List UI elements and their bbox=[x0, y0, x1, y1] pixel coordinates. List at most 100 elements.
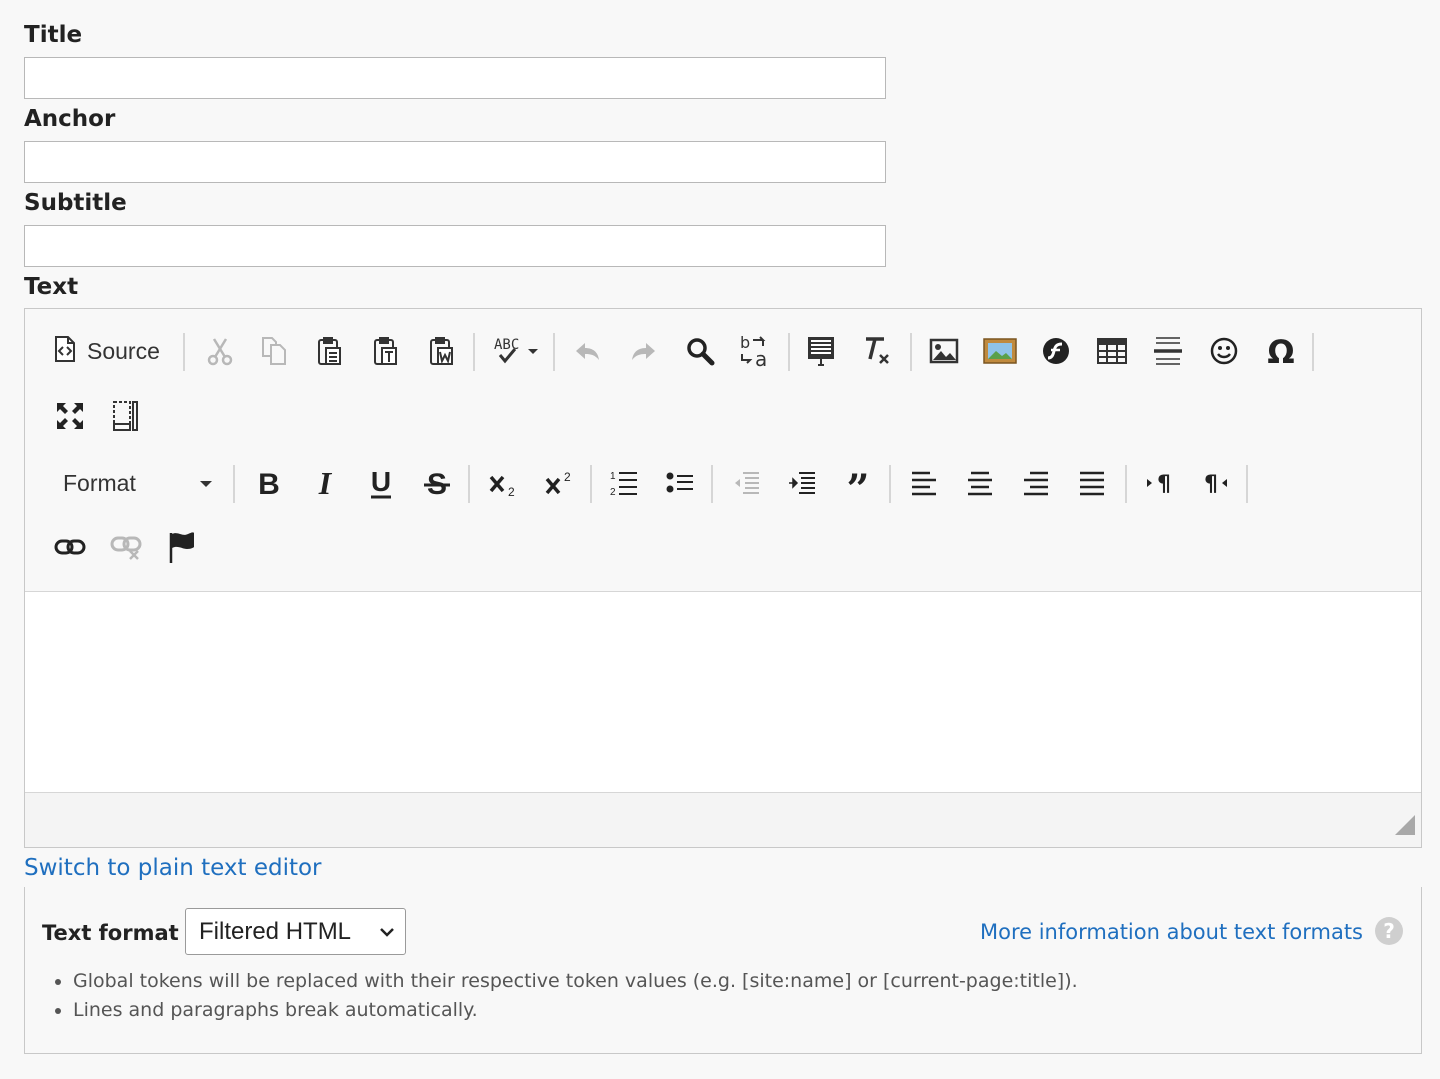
underline-button[interactable]: U bbox=[361, 463, 401, 503]
remove-format-button[interactable] bbox=[857, 331, 897, 371]
strike-button[interactable]: S bbox=[417, 463, 457, 503]
svg-text:B: B bbox=[258, 468, 280, 498]
align-center-icon bbox=[966, 470, 994, 496]
title-input[interactable] bbox=[24, 57, 886, 99]
link-button[interactable] bbox=[50, 527, 90, 567]
paste-icon bbox=[316, 336, 344, 366]
more-info-text-formats-link[interactable]: More information about text formats bbox=[980, 917, 1363, 947]
editor-content-area[interactable] bbox=[25, 591, 1421, 793]
maximize-button[interactable] bbox=[50, 396, 90, 436]
subtitle-input[interactable] bbox=[24, 225, 886, 267]
find-button[interactable] bbox=[680, 331, 720, 371]
toolbar-separator bbox=[468, 465, 470, 503]
justify-button[interactable] bbox=[1072, 463, 1112, 503]
svg-text:2: 2 bbox=[610, 487, 616, 498]
format-label: Format bbox=[63, 469, 136, 496]
image-alt-button[interactable] bbox=[980, 331, 1020, 371]
svg-text:b: b bbox=[740, 334, 750, 352]
outdent-icon bbox=[731, 468, 761, 498]
svg-text:2: 2 bbox=[508, 485, 515, 498]
align-center-button[interactable] bbox=[960, 463, 1000, 503]
subtitle-label: Subtitle bbox=[24, 190, 127, 216]
ltr-button[interactable]: ¶ bbox=[1139, 463, 1179, 503]
toolbar-separator bbox=[1246, 465, 1248, 503]
align-right-button[interactable] bbox=[1016, 463, 1056, 503]
ltr-icon: ¶ bbox=[1144, 469, 1174, 497]
subscript-button[interactable]: 2 bbox=[483, 463, 523, 503]
help-icon[interactable]: ? bbox=[1375, 917, 1403, 945]
copy-button[interactable] bbox=[254, 331, 294, 371]
source-icon bbox=[53, 335, 77, 367]
unlink-button[interactable] bbox=[106, 527, 146, 567]
anchor-flag-icon bbox=[167, 531, 197, 563]
indent-button[interactable] bbox=[782, 463, 822, 503]
cut-button[interactable] bbox=[200, 331, 240, 371]
resize-handle-icon[interactable] bbox=[1395, 815, 1415, 839]
table-button[interactable] bbox=[1092, 331, 1132, 371]
paste-word-button[interactable] bbox=[422, 331, 462, 371]
source-button[interactable]: Source bbox=[53, 331, 160, 371]
title-label: Title bbox=[24, 22, 83, 48]
tip-item: Global tokens will be replaced with thei… bbox=[73, 967, 1078, 996]
image-icon bbox=[929, 338, 959, 364]
find-icon bbox=[685, 336, 715, 366]
anchor-button[interactable] bbox=[162, 527, 202, 567]
show-blocks-button[interactable] bbox=[106, 396, 146, 436]
chevron-down-icon bbox=[199, 474, 213, 493]
special-char-button[interactable]: Ω bbox=[1261, 331, 1301, 371]
blockquote-button[interactable]: ” bbox=[838, 463, 878, 503]
editor-toolbar: Source ABC ba Ω Format B I U S 2 2 1 2 ”… bbox=[25, 309, 1421, 591]
svg-text:S: S bbox=[427, 468, 447, 498]
numbered-list-button[interactable]: 12 bbox=[604, 463, 644, 503]
italic-icon: I bbox=[312, 468, 338, 498]
svg-text:¶: ¶ bbox=[1204, 472, 1218, 497]
text-format-label: Text format bbox=[42, 921, 179, 945]
undo-button[interactable] bbox=[568, 331, 608, 371]
switch-to-plain-text-link[interactable]: Switch to plain text editor bbox=[24, 851, 322, 885]
indent-icon bbox=[787, 468, 817, 498]
toolbar-separator bbox=[1312, 333, 1314, 371]
toolbar-separator bbox=[473, 333, 475, 371]
text-format-panel: Text format Filtered HTML More informati… bbox=[24, 887, 1422, 1054]
spellcheck-icon: ABC bbox=[492, 335, 540, 367]
italic-button[interactable]: I bbox=[305, 463, 345, 503]
subscript-icon: 2 bbox=[488, 468, 518, 498]
redo-icon bbox=[628, 339, 658, 363]
table-icon bbox=[1096, 337, 1128, 365]
smiley-icon bbox=[1209, 336, 1239, 366]
select-all-button[interactable] bbox=[801, 331, 841, 371]
rich-text-editor: Source ABC ba Ω Format B I U S 2 2 1 2 ”… bbox=[24, 308, 1422, 848]
redo-button[interactable] bbox=[623, 331, 663, 371]
svg-text:2: 2 bbox=[564, 470, 571, 484]
bold-button[interactable]: B bbox=[249, 463, 289, 503]
align-left-button[interactable] bbox=[904, 463, 944, 503]
numbered-list-icon: 12 bbox=[609, 468, 639, 498]
rtl-button[interactable]: ¶ bbox=[1195, 463, 1235, 503]
justify-icon bbox=[1078, 470, 1106, 496]
replace-button[interactable]: ba bbox=[735, 331, 775, 371]
toolbar-separator bbox=[1125, 465, 1127, 503]
flash-button[interactable] bbox=[1036, 331, 1076, 371]
paste-text-button[interactable] bbox=[366, 331, 406, 371]
maximize-icon bbox=[55, 401, 85, 431]
align-right-icon bbox=[1022, 470, 1050, 496]
superscript-button[interactable]: 2 bbox=[539, 463, 579, 503]
toolbar-separator bbox=[788, 333, 790, 371]
chevron-down-icon bbox=[379, 922, 395, 941]
paste-word-icon bbox=[428, 336, 456, 366]
anchor-input[interactable] bbox=[24, 141, 886, 183]
unlink-icon bbox=[110, 533, 142, 561]
outdent-button[interactable] bbox=[726, 463, 766, 503]
horizontal-rule-button[interactable] bbox=[1148, 331, 1188, 371]
image-button[interactable] bbox=[924, 331, 964, 371]
spellcheck-button[interactable]: ABC bbox=[491, 331, 541, 371]
smiley-button[interactable] bbox=[1204, 331, 1244, 371]
text-format-select[interactable]: Filtered HTML bbox=[185, 908, 406, 955]
bold-icon: B bbox=[256, 468, 282, 498]
format-dropdown[interactable]: Format bbox=[53, 463, 223, 503]
strike-icon: S bbox=[423, 468, 451, 498]
bulleted-list-button[interactable] bbox=[660, 463, 700, 503]
copy-icon bbox=[260, 336, 288, 366]
paste-button[interactable] bbox=[310, 331, 350, 371]
toolbar-separator bbox=[233, 465, 235, 503]
